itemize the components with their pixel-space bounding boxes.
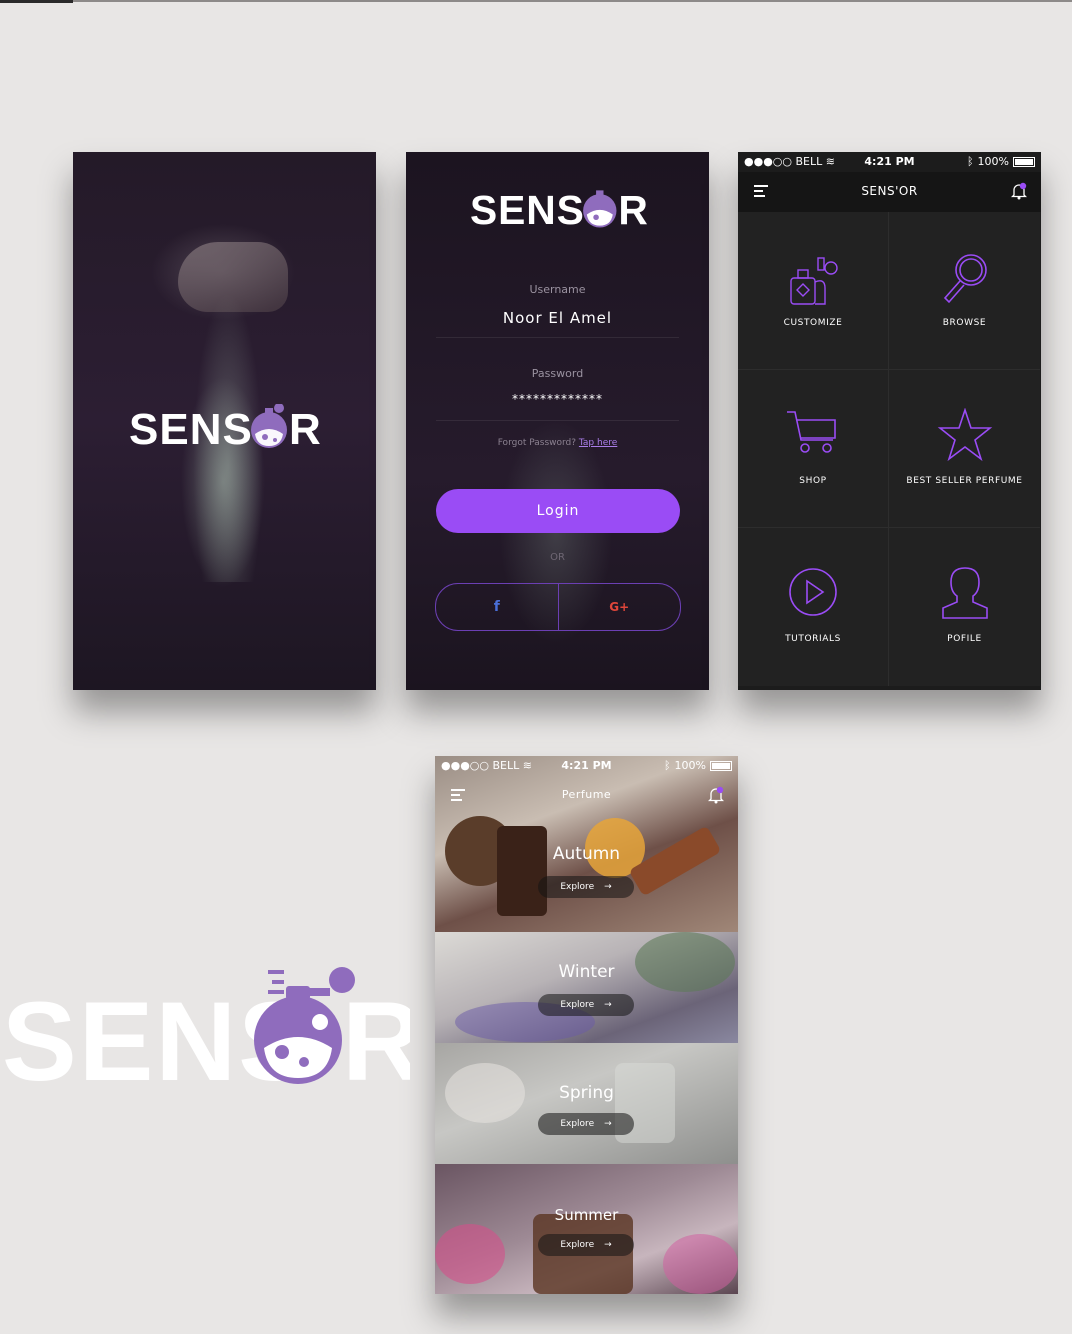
- bluetooth-icon: ᛒ: [966, 155, 974, 168]
- menu-tile-label: BEST SELLER PERFUME: [906, 476, 1023, 486]
- arrow-right-icon: →: [604, 882, 612, 892]
- season-title: Spring: [559, 1083, 614, 1103]
- explore-label: Explore: [560, 1240, 595, 1250]
- explore-button[interactable]: Explore →: [538, 994, 634, 1016]
- perfume-bottles-icon: [790, 257, 838, 305]
- flower-image: [663, 1234, 738, 1294]
- facebook-login-button[interactable]: f: [436, 584, 558, 630]
- login-screen: SENS R Username Noor El Amel Password **…: [406, 152, 709, 690]
- svg-text:R: R: [342, 979, 410, 1087]
- menu-tile-label: POFILE: [947, 634, 982, 644]
- arrow-right-icon: →: [604, 1240, 612, 1250]
- menu-tile-shop[interactable]: SHOP: [738, 370, 889, 528]
- battery-icon: [1013, 156, 1035, 167]
- menu-tile-label: SHOP: [799, 476, 827, 486]
- forgot-password-row: Forgot Password? Tap here: [406, 438, 709, 448]
- explore-label: Explore: [560, 1000, 595, 1010]
- bottle-image: [497, 826, 547, 916]
- season-title: Summer: [554, 1206, 619, 1224]
- password-label: Password: [531, 367, 584, 380]
- season-card-summer[interactable]: Summer Explore →: [435, 1164, 738, 1294]
- explore-button[interactable]: Explore →: [538, 1113, 634, 1135]
- menu-tile-label: CUSTOMIZE: [783, 318, 843, 328]
- forgot-password-link[interactable]: Tap here: [579, 438, 617, 448]
- menu-tile-tutorials[interactable]: TUTORIALS: [738, 528, 889, 686]
- menu-tile-label: BROWSE: [942, 318, 987, 328]
- person-icon: [941, 567, 988, 619]
- google-login-button[interactable]: G+: [559, 584, 681, 630]
- play-icon: [789, 568, 837, 616]
- nav-bar: Perfume: [435, 776, 738, 816]
- cart-icon: [787, 411, 836, 453]
- username-field[interactable]: Noor El Amel: [406, 309, 709, 327]
- sensor-logo-icon: SENS R: [470, 187, 648, 230]
- svg-text:R: R: [618, 187, 648, 230]
- svg-text:R: R: [289, 405, 321, 450]
- notification-bell-icon[interactable]: [1011, 182, 1027, 200]
- forgot-password-text: Forgot Password?: [497, 438, 577, 448]
- username-label: Username: [529, 283, 586, 296]
- sensor-logo-icon: SENS R: [129, 404, 321, 450]
- username-divider: [436, 337, 679, 338]
- season-title: Winter: [558, 962, 615, 982]
- sensor-brand-logo: SENS R: [2, 967, 410, 1087]
- arrow-right-icon: →: [604, 1119, 612, 1129]
- perfume-screen: Autumn Explore → Winter Explore → Spring E…: [435, 756, 738, 1294]
- password-divider: [436, 420, 679, 421]
- menu-tile-browse[interactable]: BROWSE: [889, 212, 1040, 370]
- status-bar: ●●●○○ BELL ≋ 4:21 PM ᛒ 100%: [435, 756, 738, 776]
- explore-label: Explore: [560, 1119, 595, 1129]
- season-card-spring[interactable]: Spring Explore →: [435, 1043, 738, 1164]
- status-battery: ᛒ 100%: [967, 155, 1035, 168]
- season-card-winter[interactable]: Winter Explore →: [435, 932, 738, 1043]
- nav-title: Perfume: [561, 788, 612, 801]
- menu-screen: ●●●○○ BELL ≋ 4:21 PM ᛒ 100% SENS'OR CUSTO…: [738, 152, 1041, 690]
- or-separator: OR: [550, 552, 565, 563]
- notification-bell-icon[interactable]: [708, 786, 724, 804]
- status-battery: ᛒ 100%: [664, 759, 732, 772]
- menu-tile-profile[interactable]: POFILE: [889, 528, 1040, 686]
- svg-text:SENS: SENS: [470, 187, 585, 230]
- google-plus-icon: G+: [609, 600, 630, 614]
- magnifier-icon: [943, 254, 987, 304]
- top-border: [0, 0, 1072, 2]
- menu-tile-customize[interactable]: CUSTOMIZE: [738, 212, 889, 370]
- season-title: Autumn: [552, 844, 621, 864]
- facebook-icon: f: [493, 599, 500, 615]
- menu-tile-best-seller[interactable]: BEST SELLER PERFUME: [889, 370, 1040, 528]
- menu-tile-label: TUTORIALS: [785, 634, 841, 644]
- explore-button[interactable]: Explore →: [538, 1234, 634, 1256]
- nav-bar: SENS'OR: [738, 172, 1041, 212]
- svg-text:SENS: SENS: [129, 405, 253, 450]
- status-bar: ●●●○○ BELL ≋ 4:21 PM ᛒ 100%: [738, 152, 1041, 172]
- battery-icon: [710, 760, 732, 771]
- password-field[interactable]: *************: [406, 392, 709, 406]
- login-logo: SENS R: [470, 186, 648, 230]
- bluetooth-icon: ᛒ: [663, 759, 671, 772]
- top-border-accent: [0, 0, 73, 3]
- login-button[interactable]: Login: [436, 489, 680, 533]
- social-login-group: f G+: [435, 583, 681, 631]
- splash-screen: SENS R: [73, 152, 376, 690]
- star-icon: [937, 408, 992, 462]
- explore-button[interactable]: Explore →: [538, 876, 634, 898]
- flower-image: [435, 1224, 505, 1284]
- arrow-right-icon: →: [604, 1000, 612, 1010]
- explore-label: Explore: [560, 882, 595, 892]
- nav-title: SENS'OR: [861, 184, 918, 198]
- splash-logo: SENS R: [129, 404, 321, 450]
